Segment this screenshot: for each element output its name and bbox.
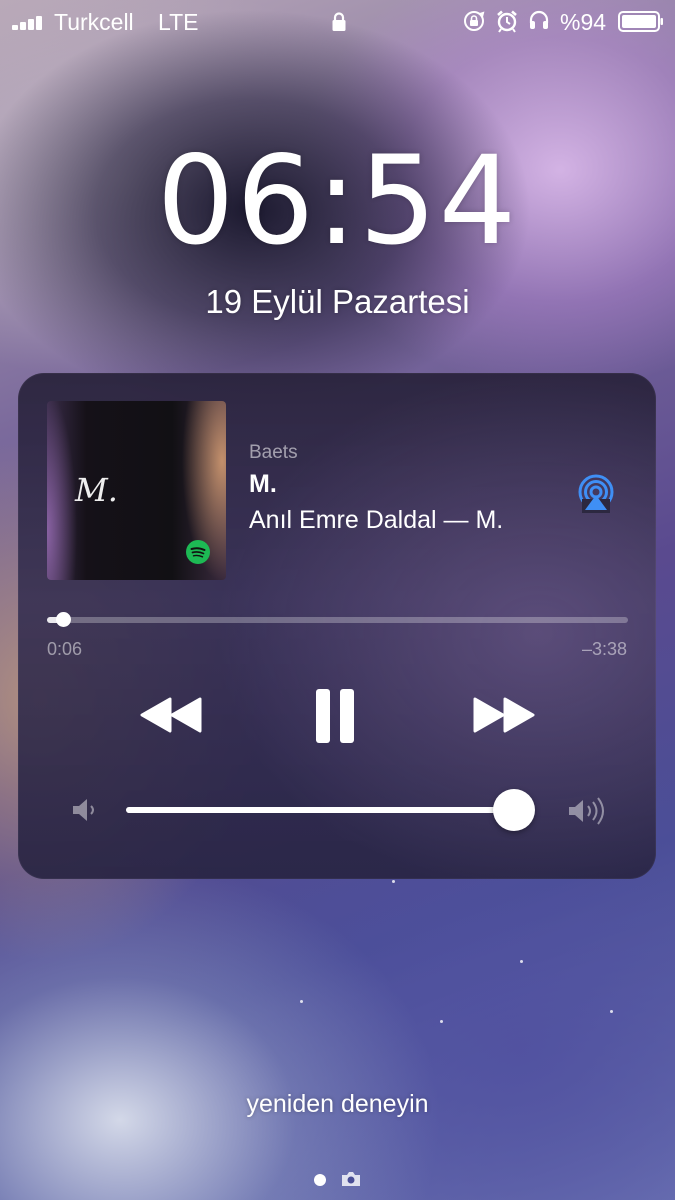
page-indicator-dot[interactable] <box>314 1174 326 1186</box>
album-art[interactable]: M. <box>47 401 226 580</box>
battery-percentage: %94 <box>560 9 607 35</box>
lock-screen-clock: 06:54 <box>156 130 519 272</box>
album-art-title: M. <box>75 471 118 509</box>
volume-slider[interactable] <box>126 789 535 831</box>
wallpaper-star <box>610 1010 613 1013</box>
alarm-icon <box>497 10 517 33</box>
volume-high-icon <box>569 797 604 825</box>
volume-low-icon <box>73 799 94 821</box>
status-bar: Turkcell LTE %94 <box>0 0 675 44</box>
wallpaper-star <box>520 960 523 963</box>
signal-icon <box>12 14 48 30</box>
volume-slider-handle[interactable] <box>492 789 535 831</box>
track-artist-album: Anıl Emre Daldal — M. <box>249 506 504 534</box>
network-type: LTE <box>158 9 199 35</box>
lock-icon <box>332 12 346 31</box>
pause-button[interactable] <box>310 685 360 747</box>
track-title: M. <box>249 470 277 498</box>
wallpaper-star <box>300 1000 303 1003</box>
fast-forward-button[interactable] <box>471 693 537 737</box>
rotation-lock-icon <box>464 11 485 31</box>
volume-slider-fill <box>126 807 514 813</box>
source-device-label: Baets <box>249 442 298 463</box>
battery-icon <box>618 11 663 32</box>
unlock-hint-text: yeniden deneyin <box>246 1090 429 1118</box>
now-playing-card: M. Baets M. Anıl Emre Daldal — M. 0:06 –… <box>18 373 656 879</box>
carrier-name: Turkcell <box>54 9 134 35</box>
spotify-icon <box>186 540 210 564</box>
elapsed-time: 0:06 <box>47 639 83 659</box>
wallpaper-star <box>440 1020 443 1023</box>
playback-scrubber[interactable] <box>47 612 628 627</box>
lock-screen-date: 19 Eylül Pazartesi <box>205 283 470 320</box>
remaining-time: –3:38 <box>581 639 627 659</box>
headphones-icon <box>529 10 549 29</box>
camera-icon[interactable] <box>340 1170 362 1188</box>
wallpaper-star <box>392 880 395 883</box>
playback-scrubber-handle[interactable] <box>55 612 71 627</box>
lock-screen: Turkcell LTE %94 06:54 19 Eylül Pazartes… <box>0 0 675 1200</box>
rewind-button[interactable] <box>138 693 204 737</box>
airplay-icon[interactable] <box>574 473 618 513</box>
